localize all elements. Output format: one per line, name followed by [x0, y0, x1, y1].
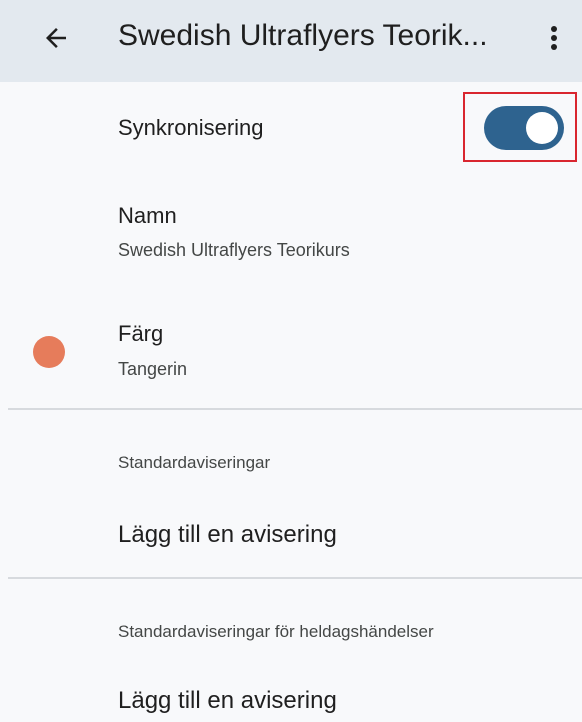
sync-label: Synkronisering	[118, 115, 264, 140]
section-header-default-notifications: Standardaviseringar	[118, 453, 271, 472]
add-all-day-notification-button[interactable]: Lägg till en avisering	[118, 686, 337, 716]
add-notification-button[interactable]: Lägg till en avisering	[118, 520, 337, 550]
arrow-left-icon	[46, 28, 66, 48]
sync-toggle[interactable]	[484, 106, 564, 150]
divider	[8, 577, 582, 579]
color-row[interactable]: Färg Tangerin	[0, 298, 582, 402]
back-button[interactable]	[36, 18, 76, 58]
color-label: Färg	[118, 321, 164, 346]
app-bar: Swedish Ultraflyers Teorik...	[0, 0, 582, 82]
divider	[8, 408, 582, 410]
color-value: Tangerin	[118, 359, 188, 379]
name-label: Namn	[118, 203, 177, 228]
name-row[interactable]: Namn Swedish Ultraflyers Teorikurs	[0, 180, 582, 284]
toggle-thumb	[526, 112, 558, 144]
name-value: Swedish Ultraflyers Teorikurs	[118, 240, 350, 260]
more-vertical-icon	[551, 26, 557, 50]
more-options-button[interactable]	[536, 18, 572, 58]
section-header-all-day-notifications: Standardaviseringar för heldagshändelser	[118, 622, 434, 641]
color-swatch-icon	[33, 336, 65, 368]
calendar-title: Swedish Ultraflyers Teorik...	[118, 19, 488, 52]
